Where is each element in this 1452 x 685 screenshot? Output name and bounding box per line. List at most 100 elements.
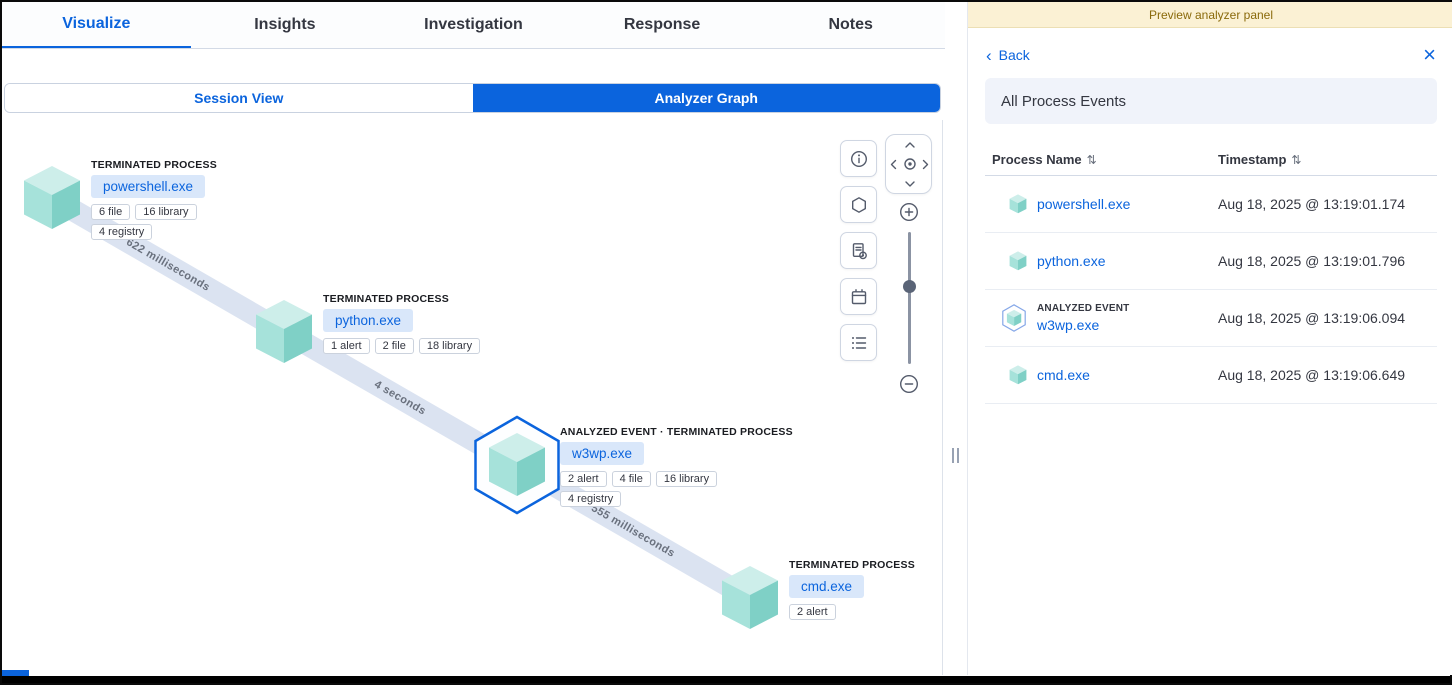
center-target-icon xyxy=(903,157,917,171)
process-name-pill[interactable]: powershell.exe xyxy=(91,175,205,198)
node-meta: TERMINATED PROCESS powershell.exe 6 file… xyxy=(91,159,431,240)
main-panel: Visualize Insights Investigation Respons… xyxy=(2,2,945,675)
tab-label: Notes xyxy=(828,16,872,34)
zoom-in-icon xyxy=(898,201,920,223)
library-count-badge[interactable]: 16 library xyxy=(135,204,196,220)
process-cube-icon xyxy=(719,565,781,631)
analyzer-graph-canvas[interactable]: 622 milliseconds 4 seconds 555 milliseco… xyxy=(2,120,943,675)
process-name-cell: python.exe xyxy=(985,251,1218,271)
tab-insights[interactable]: Insights xyxy=(191,2,380,48)
library-count-badge[interactable]: 18 library xyxy=(419,338,480,354)
tab-label: Insights xyxy=(254,16,315,34)
process-cube-icon xyxy=(1009,194,1027,214)
node-kind-label: TERMINATED PROCESS xyxy=(91,159,431,171)
analyzed-event-cube-icon xyxy=(1001,304,1027,332)
edge-duration-label: 555 milliseconds xyxy=(589,502,677,560)
process-link[interactable]: python.exe xyxy=(1037,253,1106,269)
table-row: ANALYZED EVENT w3wp.exe Aug 18, 2025 @ 1… xyxy=(985,290,1437,347)
panel-resize-handle[interactable] xyxy=(950,448,960,463)
preview-banner: Preview analyzer panel xyxy=(968,2,1452,28)
tab-investigation[interactable]: Investigation xyxy=(379,2,568,48)
tab-notes[interactable]: Notes xyxy=(756,2,945,48)
tab-response[interactable]: Response xyxy=(568,2,757,48)
node-w3wp-selected[interactable]: ANALYZED EVENT · TERMINATED PROCESS w3wp… xyxy=(486,432,548,498)
pan-left-button[interactable] xyxy=(889,158,898,170)
process-link[interactable]: powershell.exe xyxy=(1037,196,1130,212)
session-view-button[interactable]: Session View xyxy=(5,84,473,112)
tab-label: Visualize xyxy=(62,15,130,33)
process-link[interactable]: w3wp.exe xyxy=(1037,317,1129,333)
alert-count-badge[interactable]: 2 alert xyxy=(560,471,607,487)
alert-count-badge[interactable]: 1 alert xyxy=(323,338,370,354)
alert-count-badge[interactable]: 2 alert xyxy=(789,604,836,620)
zoom-out-button[interactable] xyxy=(895,370,923,398)
node-cmd[interactable]: TERMINATED PROCESS cmd.exe 2 alert xyxy=(719,565,781,631)
registry-count-badge[interactable]: 4 registry xyxy=(560,491,621,507)
process-cube-icon xyxy=(1009,251,1027,271)
pan-up-button[interactable] xyxy=(904,140,916,149)
analyzer-graph-button[interactable]: Analyzer Graph xyxy=(473,84,941,112)
node-badges: 1 alert 2 file 18 library xyxy=(323,338,543,354)
library-count-badge[interactable]: 16 library xyxy=(656,471,717,487)
process-link[interactable]: cmd.exe xyxy=(1037,367,1090,383)
tab-label: Response xyxy=(624,16,700,34)
process-name-pill[interactable]: cmd.exe xyxy=(789,575,864,598)
back-button[interactable]: ‹ Back xyxy=(986,47,1030,64)
date-picker-button[interactable] xyxy=(840,278,877,315)
panel-header: ‹ Back × xyxy=(968,36,1452,74)
node-meta: TERMINATED PROCESS cmd.exe 2 alert xyxy=(789,559,943,620)
info-button[interactable] xyxy=(840,140,877,177)
file-count-badge[interactable]: 6 file xyxy=(91,204,130,220)
process-name-pill[interactable]: python.exe xyxy=(323,309,413,332)
registry-count-badge[interactable]: 4 registry xyxy=(91,224,152,240)
edge-duration-label: 622 milliseconds xyxy=(124,236,212,294)
process-cube-icon xyxy=(21,165,83,231)
timestamp-value: Aug 18, 2025 @ 13:19:06.649 xyxy=(1218,367,1405,383)
chevron-left-icon xyxy=(889,158,898,170)
node-kind-label: TERMINATED PROCESS xyxy=(789,559,943,571)
analyzed-event-stack: ANALYZED EVENT w3wp.exe xyxy=(1037,303,1129,333)
table-row: python.exe Aug 18, 2025 @ 13:19:01.796 xyxy=(985,233,1437,290)
view-toggle: Session View Analyzer Graph xyxy=(4,83,941,113)
node-powershell[interactable]: TERMINATED PROCESS powershell.exe 6 file… xyxy=(21,165,83,231)
node-kind-label: ANALYZED EVENT · TERMINATED PROCESS xyxy=(560,426,900,438)
legend-list-button[interactable] xyxy=(840,324,877,361)
column-label: Timestamp xyxy=(1218,152,1286,167)
process-name-cell: ANALYZED EVENT w3wp.exe xyxy=(985,303,1218,333)
zoom-out-icon xyxy=(898,373,920,395)
zoom-slider-thumb[interactable] xyxy=(903,280,916,293)
process-events-table: Process Name ⇅ Timestamp ⇅ powershell.ex… xyxy=(985,144,1437,404)
column-header-process-name[interactable]: Process Name ⇅ xyxy=(985,152,1218,167)
tab-visualize[interactable]: Visualize xyxy=(2,2,191,48)
table-header-row: Process Name ⇅ Timestamp ⇅ xyxy=(985,144,1437,176)
pan-down-button[interactable] xyxy=(904,180,916,189)
pan-controls xyxy=(885,134,932,194)
zoom-in-button[interactable] xyxy=(895,198,923,226)
zoom-slider[interactable] xyxy=(908,232,911,364)
node-python[interactable]: TERMINATED PROCESS python.exe 1 alert 2 … xyxy=(253,299,315,365)
close-icon: × xyxy=(1423,42,1436,67)
file-count-badge[interactable]: 4 file xyxy=(612,471,651,487)
pan-right-button[interactable] xyxy=(922,158,931,170)
column-header-timestamp[interactable]: Timestamp ⇅ xyxy=(1218,152,1301,167)
table-row: cmd.exe Aug 18, 2025 @ 13:19:06.649 xyxy=(985,347,1437,404)
schema-button[interactable] xyxy=(840,186,877,223)
process-cube-icon xyxy=(1009,365,1027,385)
sort-icon[interactable]: ⇅ xyxy=(1291,153,1301,167)
preview-analyzer-panel: Preview analyzer panel ‹ Back × All Proc… xyxy=(967,2,1452,675)
center-graph-button[interactable] xyxy=(903,157,917,171)
process-name-cell: cmd.exe xyxy=(985,365,1218,385)
node-meta: ANALYZED EVENT · TERMINATED PROCESS w3wp… xyxy=(560,426,900,507)
sort-icon[interactable]: ⇅ xyxy=(1087,153,1097,167)
document-settings-icon xyxy=(850,242,868,260)
file-count-badge[interactable]: 2 file xyxy=(375,338,414,354)
generated-events-button[interactable] xyxy=(840,232,877,269)
edge-duration-label: 4 seconds xyxy=(372,378,428,417)
process-name-pill[interactable]: w3wp.exe xyxy=(560,442,644,465)
panel-title: All Process Events xyxy=(985,78,1437,124)
timestamp-value: Aug 18, 2025 @ 13:19:01.796 xyxy=(1218,253,1405,269)
close-panel-button[interactable]: × xyxy=(1423,44,1436,66)
calendar-icon xyxy=(850,288,868,306)
node-badges: 2 alert 4 file 16 library 4 registry xyxy=(560,471,728,507)
chevron-up-icon xyxy=(904,140,916,149)
